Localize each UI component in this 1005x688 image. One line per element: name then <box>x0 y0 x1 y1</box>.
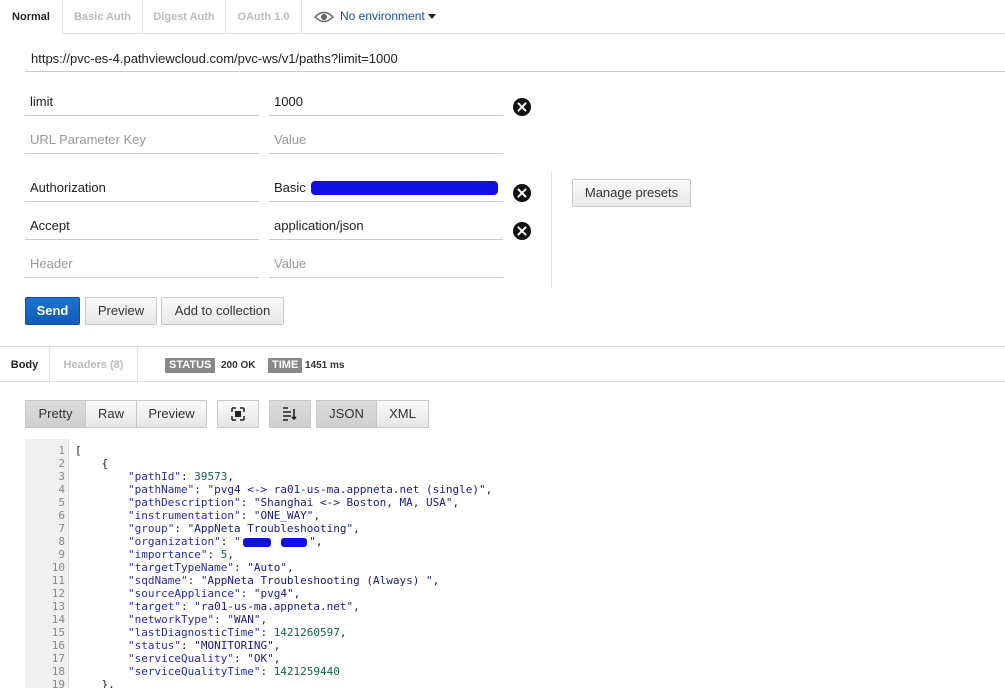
raw-button[interactable]: Raw <box>85 400 137 428</box>
line-number: 11 <box>51 574 65 587</box>
line-number: 13 <box>51 600 65 613</box>
wrap-lines-icon <box>283 407 297 421</box>
line-number: 10 <box>51 561 65 574</box>
line-number: 17 <box>51 652 65 665</box>
line-number: 9 <box>58 548 65 561</box>
code-text: "pathDescription": "Shanghai <-> Boston,… <box>127 496 460 509</box>
xml-format-button[interactable]: XML <box>376 400 429 428</box>
remove-header-icon[interactable] <box>513 184 531 202</box>
param-key-placeholder-field[interactable]: URL Parameter Key <box>25 126 259 154</box>
code-text: "importance": 5, <box>127 548 234 561</box>
line-number: 3 <box>58 470 65 483</box>
line-number: 14 <box>51 613 65 626</box>
line-number: 2 <box>58 457 65 470</box>
auth-tabs: Normal Basic Auth Digest Auth OAuth 1.0 … <box>0 0 1005 35</box>
code-text: "serviceQuality": "OK", <box>127 652 281 665</box>
tab-body[interactable]: Body <box>0 347 50 383</box>
line-number: 4 <box>58 483 65 496</box>
code-text: { <box>75 457 109 470</box>
param-value-placeholder-field[interactable]: Value <box>269 126 503 154</box>
pretty-button[interactable]: Pretty <box>25 400 86 428</box>
response-bar: Body Headers (8) STATUS 200 OK TIME 1451… <box>0 346 1005 383</box>
divider <box>551 172 552 288</box>
line-number: 15 <box>51 626 65 639</box>
code-text: "instrumentation": "ONE_WAY", <box>127 509 321 522</box>
time-badge: TIME <box>268 358 303 373</box>
remove-param-icon[interactable] <box>513 98 531 116</box>
header-key-field-2[interactable]: Accept <box>25 212 259 240</box>
response-body[interactable]: 1 [2 {3 "pathId": 39573, 4 "pathName": "pv… <box>25 439 1005 688</box>
tab-normal[interactable]: Normal <box>0 0 63 35</box>
status-badge: STATUS <box>165 358 216 373</box>
fullscreen-button[interactable] <box>217 400 259 428</box>
line-number: 18 <box>51 665 65 678</box>
time-value: 1451 ms <box>305 360 345 371</box>
code-text: "target": "ra01-us-ma.appneta.net", <box>127 600 360 613</box>
url-input[interactable]: https://pvc-es-4.pathviewcloud.com/pvc-w… <box>25 44 1005 72</box>
environment-label: No environment <box>340 9 425 23</box>
code-text: "status": "MONITORING", <box>127 639 281 652</box>
code-text: "serviceQualityTime": 1421259440 <box>127 665 340 678</box>
code-text: "lastDiagnosticTime": 1421260597, <box>127 626 347 639</box>
tab-headers[interactable]: Headers (8) <box>50 347 138 383</box>
code-text: "pathName": "pvg4 <-> ra01-us-ma.appneta… <box>127 483 493 496</box>
header-value-placeholder-field[interactable]: Value <box>269 250 503 278</box>
redacted-credentials <box>311 181 498 195</box>
code-text: "targetTypeName": "Auto", <box>127 561 294 574</box>
redacted-value <box>242 537 271 547</box>
line-number: 16 <box>51 639 65 652</box>
header-value-field-2[interactable]: application/json <box>269 212 503 240</box>
redacted-value <box>281 537 308 547</box>
tab-oauth[interactable]: OAuth 1.0 <box>226 0 302 34</box>
code-text: "organization": " ", <box>127 535 323 548</box>
preview-mode-button[interactable]: Preview <box>136 400 207 428</box>
tab-digest-auth[interactable]: Digest Auth <box>143 0 226 34</box>
line-number: 19 <box>51 678 65 688</box>
header-key-field[interactable]: Authorization <box>25 174 259 202</box>
code-text: "sourceAppliance": "pvg4", <box>127 587 301 600</box>
param-key-field[interactable]: limit <box>25 88 259 116</box>
line-number: 1 <box>58 444 65 457</box>
code-text: "networkType": "WAN", <box>127 613 268 626</box>
code-text: [ <box>75 444 82 457</box>
preview-button[interactable]: Preview <box>85 297 157 325</box>
chevron-down-icon <box>427 14 436 20</box>
fullscreen-icon <box>231 407 245 421</box>
json-format-button[interactable]: JSON <box>316 400 377 428</box>
line-number: 7 <box>58 522 65 535</box>
url-text: https://pvc-es-4.pathviewcloud.com/pvc-w… <box>31 51 398 66</box>
param-value-field[interactable]: 1000 <box>269 88 503 116</box>
remove-header-icon-2[interactable] <box>513 222 531 240</box>
send-button[interactable]: Send <box>25 297 80 325</box>
code-text: "pathId": 39573, <box>127 470 234 483</box>
line-number: 6 <box>58 509 65 522</box>
wrap-lines-button[interactable] <box>269 400 311 428</box>
add-to-collection-button[interactable]: Add to collection <box>161 297 284 325</box>
code-text: "sqdName": "AppNeta Troubleshooting (Alw… <box>127 574 440 587</box>
line-number: 12 <box>51 587 65 600</box>
environment-selector[interactable]: No environment <box>314 0 436 34</box>
tab-basic-auth[interactable]: Basic Auth <box>63 0 143 34</box>
code-text: }, <box>75 678 115 688</box>
status-value: 200 OK <box>221 360 256 371</box>
line-number: 8 <box>58 535 65 548</box>
code-text: "group": "AppNeta Troubleshooting", <box>127 522 360 535</box>
line-number: 5 <box>58 496 65 509</box>
header-key-placeholder-field[interactable]: Header <box>25 250 259 278</box>
manage-presets-button[interactable]: Manage presets <box>572 179 691 207</box>
eye-icon <box>314 11 334 23</box>
